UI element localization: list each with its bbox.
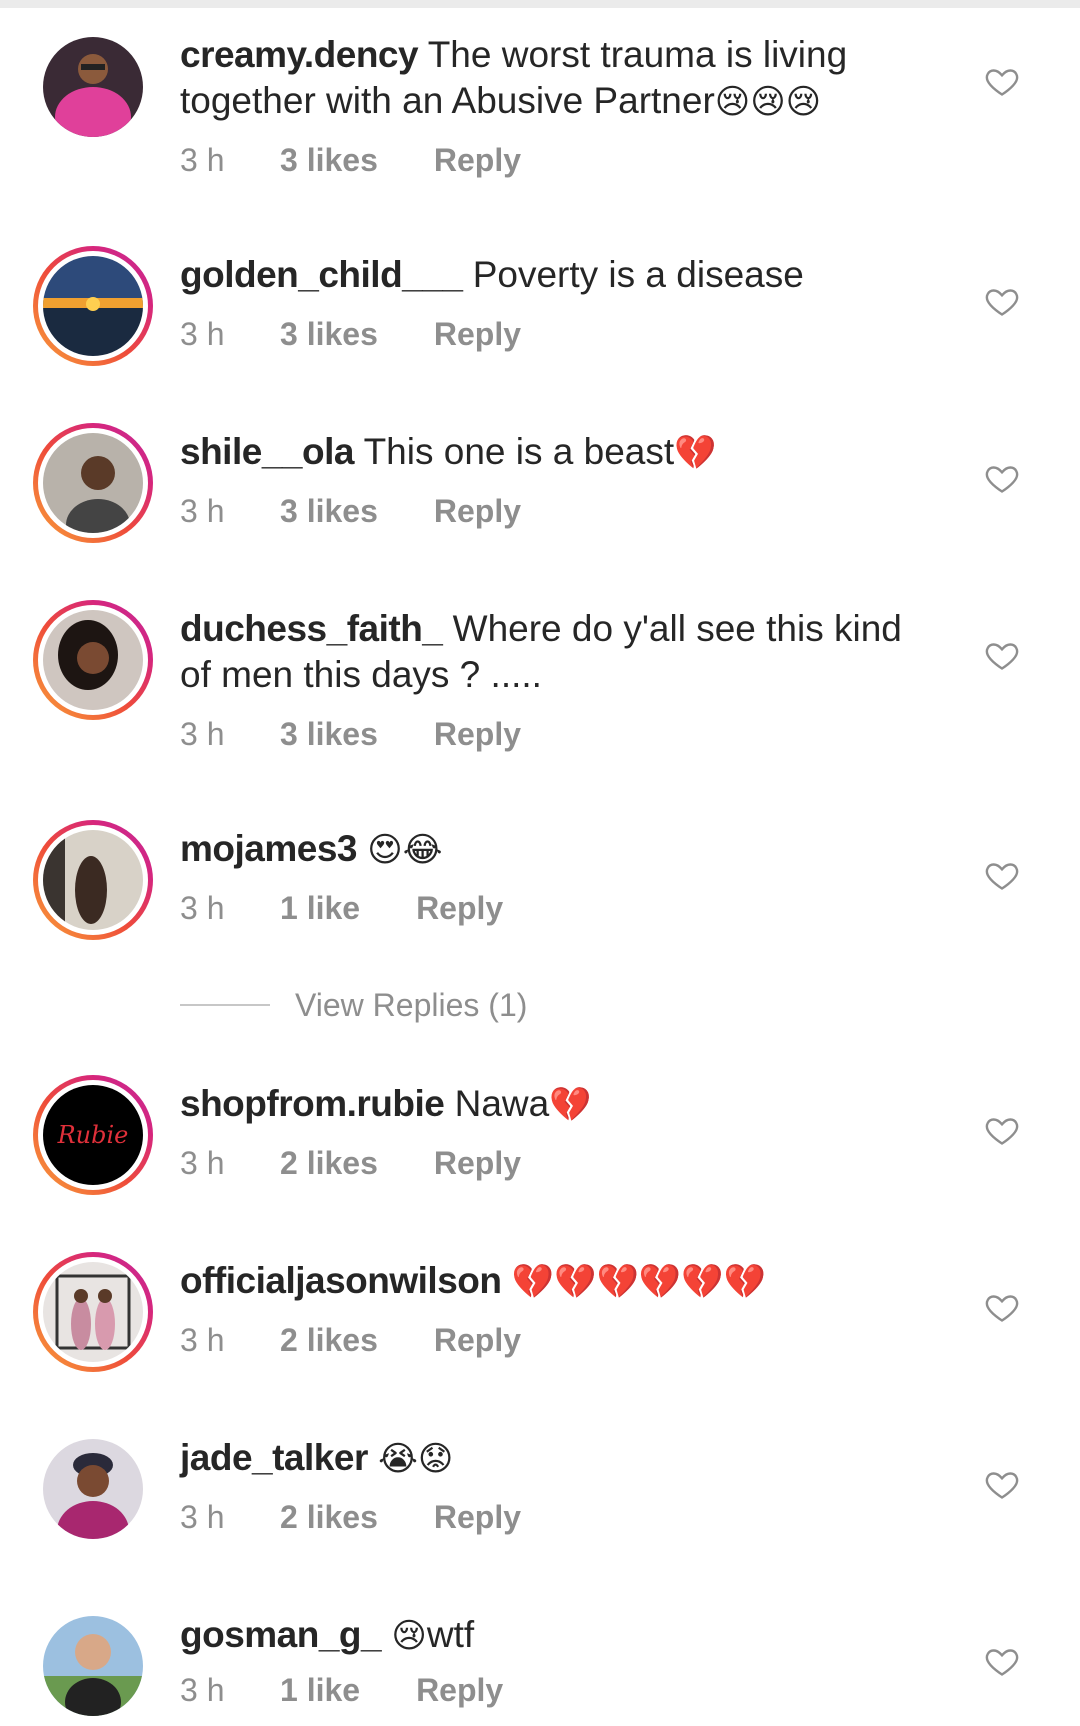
- comment-time: 3 h: [180, 1145, 225, 1181]
- comment-time: 3 h: [180, 1672, 225, 1708]
- comment-emoji: 😍😂: [367, 830, 443, 870]
- avatar-icon: [43, 37, 143, 137]
- view-replies-label[interactable]: View Replies (1): [295, 985, 527, 1025]
- comment-username[interactable]: golden_child___: [180, 254, 463, 295]
- comment-likes[interactable]: 3 likes: [280, 716, 378, 753]
- avatar-icon: [43, 1616, 143, 1716]
- avatar[interactable]: [33, 246, 153, 366]
- view-replies-line: [180, 1004, 270, 1006]
- comment-likes[interactable]: 1 like: [280, 1672, 360, 1709]
- like-heart-icon[interactable]: [984, 857, 1020, 893]
- avatar[interactable]: [33, 1606, 153, 1726]
- comment-time: 3 h: [180, 493, 225, 529]
- comment-time: 3 h: [180, 716, 225, 752]
- reply-button[interactable]: Reply: [434, 316, 521, 353]
- comment-likes[interactable]: 2 likes: [280, 1145, 378, 1182]
- like-heart-icon[interactable]: [984, 1643, 1020, 1679]
- comment-likes[interactable]: 3 likes: [280, 142, 378, 179]
- like-heart-icon[interactable]: [984, 1112, 1020, 1148]
- comment-text: wtf: [426, 1614, 475, 1655]
- avatar[interactable]: [33, 600, 153, 720]
- comment-username[interactable]: shopfrom.rubie: [180, 1083, 445, 1124]
- like-heart-icon[interactable]: [984, 1289, 1020, 1325]
- comment-likes[interactable]: 2 likes: [280, 1499, 378, 1536]
- reply-button[interactable]: Reply: [434, 142, 521, 179]
- top-divider: [0, 0, 1080, 8]
- comment-emoji: 😭😟: [378, 1439, 454, 1479]
- avatar-logo: Rubie: [57, 1121, 129, 1149]
- comment-emoji: 😢: [391, 1616, 427, 1656]
- comment-username[interactable]: mojames3: [180, 828, 358, 869]
- comment-username[interactable]: jade_talker: [180, 1437, 368, 1478]
- avatar-icon: [43, 610, 143, 710]
- avatar[interactable]: [33, 820, 153, 940]
- reply-button[interactable]: Reply: [434, 716, 521, 753]
- avatar[interactable]: [33, 423, 153, 543]
- comment-text: Nawa: [454, 1083, 550, 1124]
- comment-text: This one is a beast: [363, 431, 675, 472]
- like-heart-icon[interactable]: [984, 460, 1020, 496]
- like-heart-icon[interactable]: [984, 637, 1020, 673]
- avatar[interactable]: Rubie: [33, 1075, 153, 1195]
- comment-time: 3 h: [180, 142, 225, 178]
- reply-button[interactable]: Reply: [434, 1145, 521, 1182]
- like-heart-icon[interactable]: [984, 283, 1020, 319]
- avatar[interactable]: [33, 27, 153, 147]
- comment-likes[interactable]: 1 like: [280, 890, 360, 927]
- reply-button[interactable]: Reply: [434, 1322, 521, 1359]
- comment-likes[interactable]: 2 likes: [280, 1322, 378, 1359]
- avatar-icon: [43, 1262, 143, 1362]
- like-heart-icon[interactable]: [984, 1466, 1020, 1502]
- comment-time: 3 h: [180, 1322, 225, 1358]
- like-heart-icon[interactable]: [984, 63, 1020, 99]
- comment-emoji: 💔💔💔💔💔💔: [511, 1262, 766, 1302]
- reply-button[interactable]: Reply: [416, 1672, 503, 1709]
- comment-time: 3 h: [180, 890, 225, 926]
- comment-username[interactable]: gosman_g_: [180, 1614, 382, 1655]
- reply-button[interactable]: Reply: [434, 1499, 521, 1536]
- comment-emoji: 💔: [549, 1085, 592, 1125]
- comment-text: Poverty is a disease: [472, 254, 804, 295]
- comment-username[interactable]: duchess_faith_: [180, 608, 443, 649]
- avatar-icon: [43, 256, 143, 356]
- reply-button[interactable]: Reply: [416, 890, 503, 927]
- avatar-icon: Rubie: [43, 1085, 143, 1185]
- comment-emoji: 😢😢😢: [714, 82, 822, 122]
- reply-button[interactable]: Reply: [434, 493, 521, 530]
- comment-time: 3 h: [180, 1499, 225, 1535]
- comment-username[interactable]: officialjasonwilson: [180, 1260, 502, 1301]
- avatar[interactable]: [33, 1429, 153, 1549]
- avatar-icon: [43, 830, 143, 930]
- comment-username[interactable]: creamy.dency: [180, 34, 419, 75]
- comment-time: 3 h: [180, 316, 225, 352]
- avatar-icon: [43, 433, 143, 533]
- comment-likes[interactable]: 3 likes: [280, 493, 378, 530]
- comment-emoji: 💔: [674, 433, 717, 473]
- comment-username[interactable]: shile__ola: [180, 431, 354, 472]
- avatar-icon: [43, 1439, 143, 1539]
- comment-likes[interactable]: 3 likes: [280, 316, 378, 353]
- avatar[interactable]: [33, 1252, 153, 1372]
